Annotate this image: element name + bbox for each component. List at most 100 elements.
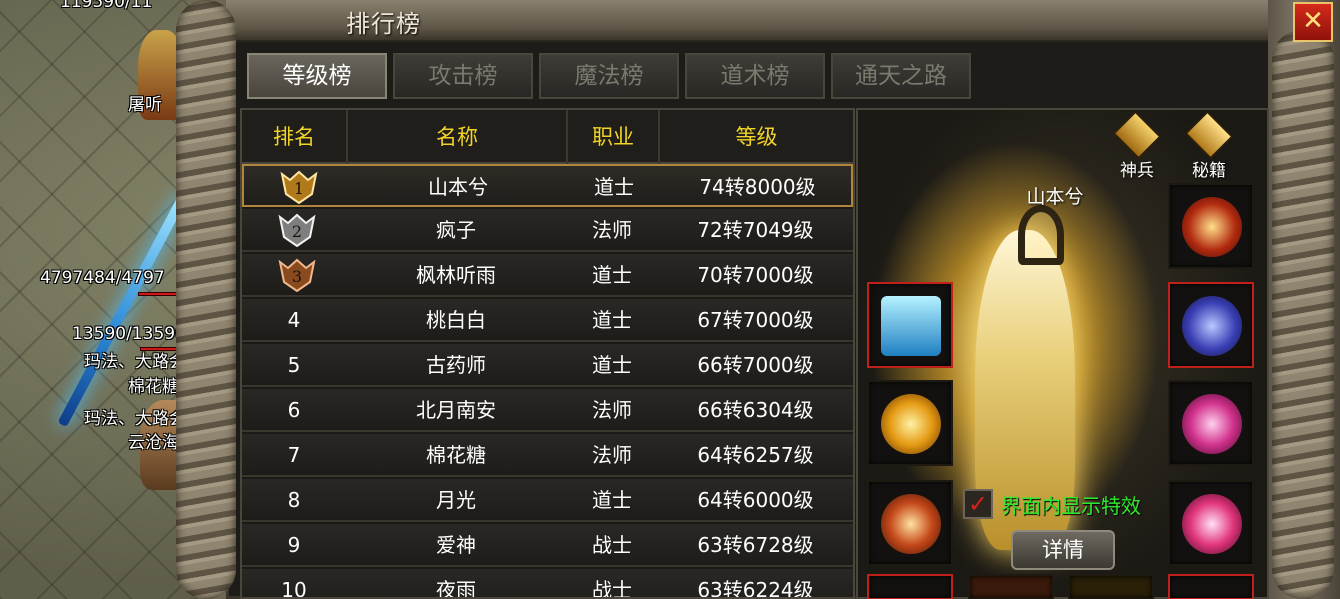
- equip-slot-medal[interactable]: [1168, 183, 1254, 269]
- level-cell: 72转7049级: [697, 218, 814, 242]
- left-dragon-ornament: [176, 0, 236, 599]
- name-cell: 古药师: [426, 353, 486, 377]
- class-cell: 道士: [592, 308, 632, 332]
- pink-gem-icon: [1182, 394, 1242, 454]
- level-cell: 70转7000级: [697, 263, 814, 287]
- level-cell: 64转6257级: [697, 443, 814, 467]
- rank-cell: 2: [242, 209, 346, 252]
- divine-weapon-button[interactable]: 神兵: [1106, 111, 1168, 181]
- secret-book-icon: [1185, 111, 1233, 159]
- tab-magic[interactable]: 魔法榜: [539, 53, 679, 99]
- level-cell: 66转7000级: [697, 353, 814, 377]
- world-guild-label: 玛法、大路会: [84, 352, 186, 372]
- table-row[interactable]: 1 山本兮 道士 74转8000级: [242, 164, 853, 207]
- equip-slot-bottom-1[interactable]: [867, 574, 953, 599]
- table-row[interactable]: 6 北月南安 法师 66转6304级: [242, 389, 853, 432]
- rank-badge-number: 1: [294, 179, 304, 198]
- tab-attack[interactable]: 攻击榜: [393, 53, 533, 99]
- table-row[interactable]: 10 夜雨 战士 63转6224级: [242, 569, 853, 599]
- rank-cell: 4: [287, 308, 301, 332]
- table-row[interactable]: 4 桃白白 道士 67转7000级: [242, 299, 853, 342]
- armor-icon: [1182, 296, 1242, 356]
- rank-cell: 7: [287, 443, 301, 467]
- close-button[interactable]: ✕: [1293, 2, 1333, 42]
- name-cell: 棉花糖: [426, 443, 486, 467]
- level-cell: 63转6728级: [697, 533, 814, 557]
- rank-cell: 1: [244, 166, 348, 209]
- effect-checkbox[interactable]: ✓: [963, 489, 993, 519]
- name-cell: 爱神: [436, 533, 476, 557]
- scroll-icon: [881, 296, 941, 356]
- ranking-table: 排名 名称 职业 等级 1 山本兮 道士 74转8000级 2 疯子 法师 72转7049级 3…: [240, 108, 855, 599]
- amulet-icon: [881, 494, 941, 554]
- table-row[interactable]: 3 枫林听雨 道士 70转7000级: [242, 254, 853, 297]
- detail-button[interactable]: 详情: [1011, 530, 1115, 570]
- character-halo: [1018, 205, 1064, 265]
- rank-cell: 5: [287, 353, 301, 377]
- class-cell: 战士: [592, 578, 632, 599]
- world-hp-label: 13590/13590: [72, 324, 186, 344]
- header-level: 等级: [658, 110, 853, 164]
- tab-level[interactable]: 等级榜: [247, 53, 387, 99]
- name-cell: 桃白白: [426, 308, 486, 332]
- world-player-name: 棉花糖: [128, 377, 179, 397]
- class-cell: 战士: [592, 533, 632, 557]
- table-row[interactable]: 8 月光 道士 64转6000级: [242, 479, 853, 522]
- level-cell: 63转6224级: [697, 578, 814, 599]
- class-cell: 法师: [592, 398, 632, 422]
- secret-book-button[interactable]: 秘籍: [1178, 111, 1240, 181]
- class-cell: 道士: [594, 175, 634, 199]
- right-dragon-ornament: [1272, 30, 1334, 599]
- equip-slot-armor[interactable]: [1168, 282, 1254, 368]
- rank-badge-number: 3: [292, 267, 302, 286]
- class-cell: 法师: [592, 443, 632, 467]
- character-name: 山本兮: [1026, 186, 1084, 208]
- rank-cell: 3: [242, 254, 346, 297]
- world-hp-label: 119590/11: [60, 0, 153, 12]
- dragon-ring-icon: [881, 394, 941, 454]
- page-title: 排行榜: [346, 10, 421, 38]
- equip-slot-pink-gem[interactable]: [1168, 380, 1254, 466]
- name-cell: 枫林听雨: [416, 263, 496, 287]
- equip-slot-scroll[interactable]: [867, 282, 953, 368]
- table-row[interactable]: 7 棉花糖 法师 64转6257级: [242, 434, 853, 477]
- rank-cell: 9: [287, 533, 301, 557]
- rank-badge-icon: 1: [280, 170, 318, 204]
- table-row[interactable]: 2 疯子 法师 72转7049级: [242, 209, 853, 252]
- equip-slot-dragon-ring[interactable]: [867, 380, 953, 466]
- equip-slot-bottom-4[interactable]: [1168, 574, 1254, 599]
- tab-tongtian-road[interactable]: 通天之路: [831, 53, 971, 99]
- equip-slot-amulet[interactable]: [867, 480, 953, 566]
- table-row[interactable]: 9 爱神 战士 63转6728级: [242, 524, 853, 567]
- world-npc-name: 屠听: [128, 95, 162, 115]
- class-cell: 法师: [592, 218, 632, 242]
- world-guild-label: 玛法、大路会: [84, 409, 186, 429]
- equip-slot-flame[interactable]: [1168, 480, 1254, 566]
- name-cell: 山本兮: [428, 175, 488, 199]
- world-hp-label: 4797484/4797: [40, 268, 165, 288]
- divine-weapon-label: 神兵: [1120, 161, 1154, 181]
- rank-cell: 8: [287, 488, 301, 512]
- class-cell: 道士: [592, 488, 632, 512]
- name-cell: 夜雨: [436, 578, 476, 599]
- rank-cell: 10: [281, 578, 307, 599]
- level-cell: 74转8000级: [699, 175, 816, 199]
- header-name: 名称: [346, 110, 566, 164]
- ranking-tabs: 等级榜 攻击榜 魔法榜 道术榜 通天之路: [247, 53, 971, 99]
- class-cell: 道士: [592, 263, 632, 287]
- show-effect-toggle[interactable]: ✓ 界面内显示特效: [963, 489, 1141, 519]
- header-class: 职业: [566, 110, 658, 164]
- level-cell: 64转6000级: [697, 488, 814, 512]
- medal-icon: [1182, 197, 1242, 257]
- equip-slot-bottom-2[interactable]: [968, 574, 1054, 599]
- name-cell: 疯子: [436, 218, 476, 242]
- name-cell: 月光: [436, 488, 476, 512]
- equip-slot-bottom-3[interactable]: [1068, 574, 1154, 599]
- table-row[interactable]: 5 古药师 道士 66转7000级: [242, 344, 853, 387]
- tab-taoism[interactable]: 道术榜: [685, 53, 825, 99]
- effect-label: 界面内显示特效: [1001, 493, 1141, 518]
- rank-badge-icon: 2: [278, 213, 316, 247]
- level-cell: 67转7000级: [697, 308, 814, 332]
- level-cell: 66转6304级: [697, 398, 814, 422]
- divine-weapon-icon: [1113, 111, 1161, 159]
